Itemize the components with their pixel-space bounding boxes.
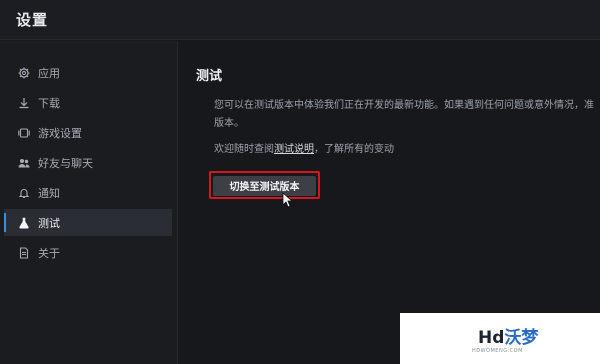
sidebar-item-game-settings[interactable]: 游戏设置 [4,119,172,146]
help-line: 欢迎随时查阅测试说明，了解所有的变动 [214,140,394,155]
sidebar-item-notifications[interactable]: 通知 [4,179,172,206]
mouse-cursor-icon [282,192,292,208]
sidebar-item-label: 关于 [38,246,60,260]
sidebar-item-label: 好友与聊天 [38,156,93,170]
sidebar: 应用 下载 游戏设置 好友与聊天 通知 测试 关于 [0,41,178,364]
document-icon [18,246,30,259]
flask-icon [18,217,30,229]
friends-icon [18,157,30,169]
sidebar-item-label: 测试 [38,216,60,230]
settings-window: 设置 应用 下载 游戏设置 好友与聊天 通知 测试 关于 测试 您可以在测试版本… [0,0,600,364]
watermark-logo: Hd沃梦 [478,328,539,348]
download-icon [18,97,30,109]
testing-notes-link[interactable]: 测试说明 [274,144,314,155]
sidebar-item-downloads[interactable]: 下载 [4,89,172,116]
sidebar-item-label: 应用 [38,66,60,80]
help-suffix: ，了解所有的变动 [314,144,394,155]
sidebar-item-label: 游戏设置 [38,126,82,140]
section-title: 测试 [196,69,223,84]
section-description: 您可以在测试版本中体验我们正在开发的最新功能。如果遇到任何问题或意外情况，准版本… [214,100,594,129]
sidebar-item-apps[interactable]: 应用 [4,59,172,86]
game-settings-icon [18,127,30,139]
watermark-subtitle: HDWOMENG.COM [472,348,523,354]
watermark: Hd沃梦 HDWOMENG.COM [400,313,600,364]
sidebar-item-label: 下载 [38,96,60,110]
sidebar-item-friends[interactable]: 好友与聊天 [4,149,172,176]
gear-icon [18,67,30,79]
highlight-box: 切换至测试版本 [209,171,320,199]
sidebar-item-label: 通知 [38,186,60,200]
sidebar-item-about[interactable]: 关于 [4,239,172,266]
help-prefix: 欢迎随时查阅 [214,144,274,155]
window-title: 设置 [16,11,49,29]
sidebar-item-testing[interactable]: 测试 [4,209,172,236]
title-bar: 设置 [0,0,600,40]
bell-icon [18,187,30,199]
switch-to-test-version-button[interactable]: 切换至测试版本 [213,175,316,196]
